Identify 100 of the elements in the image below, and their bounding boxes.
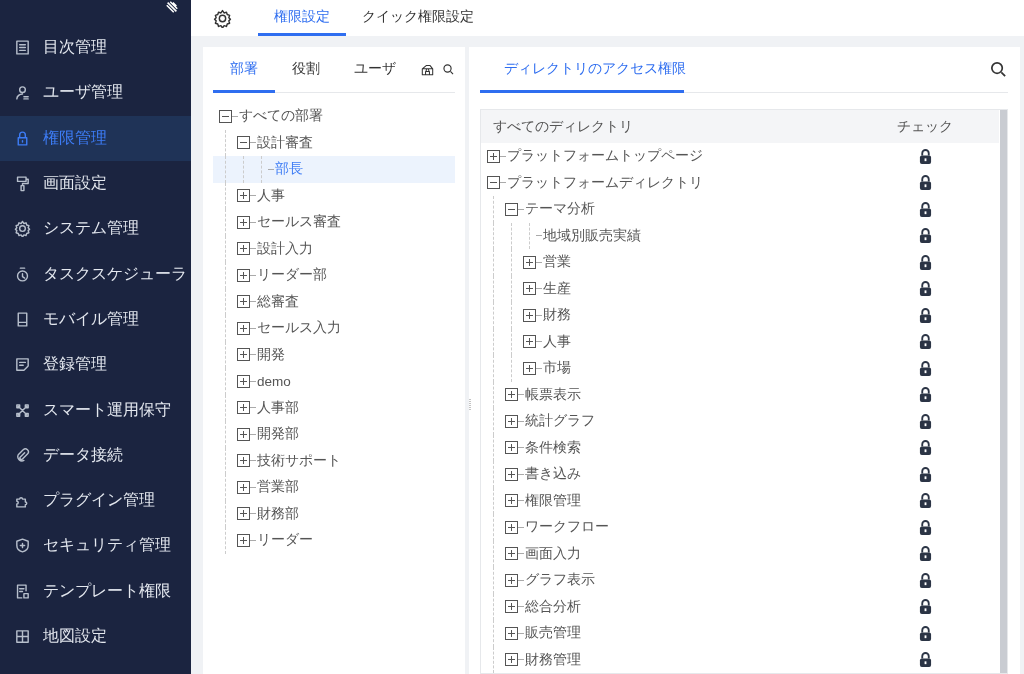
sidebar-item[interactable]: データ接続 bbox=[0, 432, 191, 478]
lock-icon[interactable] bbox=[918, 598, 932, 616]
tree-item[interactable]: 開発 bbox=[213, 341, 455, 368]
sidebar-item[interactable]: プラグイン管理 bbox=[0, 477, 191, 524]
expand-icon[interactable] bbox=[505, 573, 518, 587]
sidebar-item[interactable]: セキュリティ管理 bbox=[0, 523, 191, 569]
expand-icon[interactable] bbox=[237, 454, 250, 468]
tree-item[interactable]: 技術サポート bbox=[213, 447, 455, 474]
expand-icon[interactable] bbox=[237, 480, 250, 494]
tree-item[interactable]: 総合分析 bbox=[481, 593, 851, 620]
lock-icon[interactable] bbox=[918, 147, 932, 165]
lock-icon[interactable] bbox=[918, 227, 932, 245]
lock-icon[interactable] bbox=[918, 386, 932, 404]
expand-icon[interactable] bbox=[505, 626, 518, 640]
expand-icon[interactable] bbox=[505, 547, 518, 561]
tab[interactable]: ユーザ bbox=[337, 47, 413, 93]
expand-icon[interactable] bbox=[505, 441, 518, 455]
tree-item[interactable]: 財務 bbox=[481, 302, 851, 329]
expand-icon[interactable] bbox=[237, 507, 250, 521]
tree-item[interactable]: セールス審査 bbox=[213, 209, 455, 236]
tree-item[interactable]: demo bbox=[213, 368, 455, 395]
settings-icon[interactable] bbox=[213, 8, 232, 28]
tab[interactable]: ディレクトリのアクセス権限 bbox=[480, 47, 684, 93]
tree-item[interactable]: 販売管理 bbox=[481, 620, 851, 647]
collapse-icon[interactable] bbox=[237, 136, 250, 150]
lock-icon[interactable] bbox=[918, 624, 932, 642]
tree-item[interactable]: 市場 bbox=[481, 355, 851, 382]
tree-item[interactable]: 財務部 bbox=[213, 500, 455, 527]
tree-item[interactable]: すべての部署 bbox=[213, 103, 455, 130]
expand-icon[interactable] bbox=[505, 414, 518, 428]
sidebar-item[interactable]: モバイル管理 bbox=[0, 296, 191, 343]
expand-icon[interactable] bbox=[523, 255, 536, 269]
expand-icon[interactable] bbox=[523, 361, 536, 375]
tree-item[interactable]: 人事部 bbox=[213, 394, 455, 421]
expand-icon[interactable] bbox=[237, 348, 250, 362]
tree-item[interactable]: 営業部 bbox=[213, 474, 455, 501]
search-icon[interactable] bbox=[989, 60, 1008, 79]
expand-icon[interactable] bbox=[237, 427, 250, 441]
expand-icon[interactable] bbox=[505, 388, 518, 402]
lock-icon[interactable] bbox=[918, 412, 932, 430]
tree-item[interactable]: 開発部 bbox=[213, 421, 455, 448]
tree-item[interactable]: ワークフロー bbox=[481, 514, 851, 541]
tree-item[interactable]: 生産 bbox=[481, 275, 851, 302]
expand-icon[interactable] bbox=[237, 401, 250, 415]
tree-item[interactable]: 人事 bbox=[213, 182, 455, 209]
tab[interactable]: 権限設定 bbox=[258, 0, 346, 36]
tree-item[interactable]: 財務管理 bbox=[481, 646, 851, 673]
expand-icon[interactable] bbox=[505, 520, 518, 534]
expand-icon[interactable] bbox=[505, 653, 518, 667]
tree-item[interactable]: セールス入力 bbox=[213, 315, 455, 342]
expand-icon[interactable] bbox=[237, 268, 250, 282]
sidebar-item[interactable]: システム管理 bbox=[0, 206, 191, 252]
tree-item[interactable]: 帳票表示 bbox=[481, 381, 851, 408]
tree-item[interactable]: プラットフォームトップページ bbox=[481, 143, 851, 170]
expand-icon[interactable] bbox=[237, 215, 250, 229]
expand-icon[interactable] bbox=[237, 533, 250, 547]
tree-item[interactable]: グラフ表示 bbox=[481, 567, 851, 594]
lock-icon[interactable] bbox=[918, 571, 932, 589]
tree-item[interactable]: 書き込み bbox=[481, 461, 851, 488]
tree-item[interactable]: 権限管理 bbox=[481, 487, 851, 514]
collapse-icon[interactable] bbox=[505, 202, 518, 216]
lock-icon[interactable] bbox=[918, 518, 932, 536]
lock-icon[interactable] bbox=[918, 174, 932, 192]
expand-icon[interactable] bbox=[505, 600, 518, 614]
sidebar-item[interactable]: テンプレート権限 bbox=[0, 568, 191, 614]
expand-icon[interactable] bbox=[505, 467, 518, 481]
sidebar-item[interactable]: 画面設定 bbox=[0, 160, 191, 207]
sidebar-item[interactable]: ユーザ管理 bbox=[0, 70, 191, 116]
expand-icon[interactable] bbox=[237, 295, 250, 309]
tree-item[interactable]: リーダー bbox=[213, 527, 455, 554]
lock-icon[interactable] bbox=[918, 280, 932, 298]
sidebar-item[interactable]: 目次管理 bbox=[0, 25, 191, 71]
tree-item[interactable]: 部長 bbox=[213, 156, 455, 183]
lock-icon[interactable] bbox=[918, 492, 932, 510]
tab[interactable]: 役割 bbox=[275, 47, 337, 93]
lock-icon[interactable] bbox=[918, 465, 932, 483]
tree-item[interactable]: 条件検索 bbox=[481, 434, 851, 461]
tree-item[interactable]: 地域別販売実績 bbox=[481, 222, 851, 249]
tree-item[interactable]: 画面入力 bbox=[481, 540, 851, 567]
tree-item[interactable]: リーダー部 bbox=[213, 262, 455, 289]
lock-icon[interactable] bbox=[918, 651, 932, 669]
tree-item[interactable]: プラットフォームディレクトリ bbox=[481, 169, 851, 196]
sidebar-item[interactable]: タスクスケジューラ bbox=[0, 251, 191, 297]
expand-icon[interactable] bbox=[487, 149, 500, 163]
lock-icon[interactable] bbox=[918, 359, 932, 377]
sidebar-item[interactable]: 登録管理 bbox=[0, 342, 191, 388]
tree-item[interactable]: 人事 bbox=[481, 328, 851, 355]
expand-icon[interactable] bbox=[523, 308, 536, 322]
expand-icon[interactable] bbox=[523, 282, 536, 296]
lock-icon[interactable] bbox=[918, 545, 932, 563]
tab[interactable]: クイック権限設定 bbox=[346, 0, 490, 36]
tree-item[interactable]: テーマ分析 bbox=[481, 196, 851, 223]
lock-icon[interactable] bbox=[918, 333, 932, 351]
sidebar-item[interactable]: スマート運用保守 bbox=[0, 387, 191, 433]
tree-item[interactable]: 総審査 bbox=[213, 288, 455, 315]
lock-icon[interactable] bbox=[918, 200, 932, 218]
lock-icon[interactable] bbox=[918, 306, 932, 324]
tree-item[interactable]: 統計グラフ bbox=[481, 408, 851, 435]
sidebar-item[interactable]: 地図設定 bbox=[0, 613, 191, 660]
collapse-icon[interactable] bbox=[219, 109, 232, 123]
